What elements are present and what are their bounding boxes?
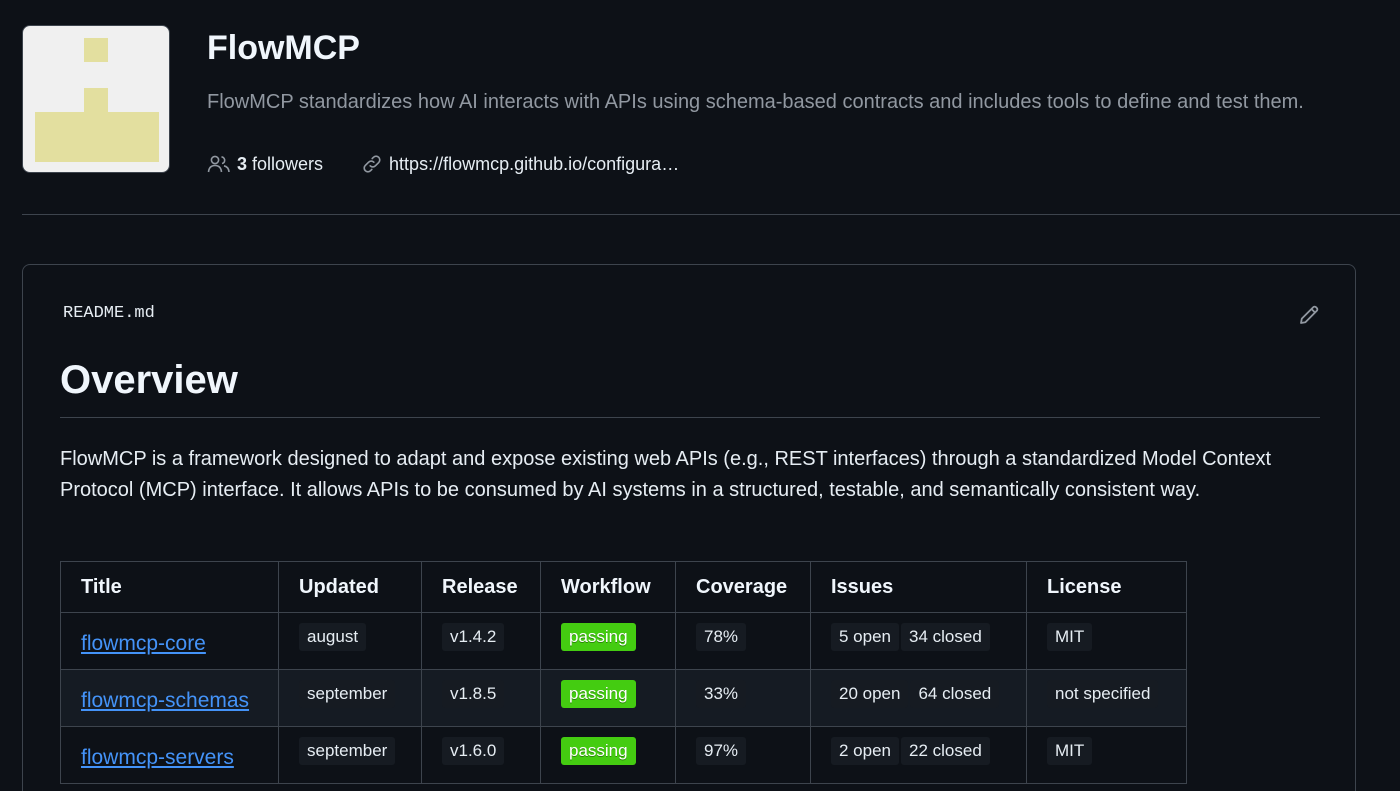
issues-open-badge[interactable]: 2 open [831,737,899,765]
updated-badge[interactable]: august [299,623,367,651]
header-updated: Updated [278,561,422,613]
followers-label: followers [252,154,324,174]
workflow-badge[interactable]: passing [561,737,636,765]
updated-badge[interactable]: september [299,680,396,708]
repo-link[interactable]: flowmcp-servers [81,746,234,769]
release-cell: v1.4.2 [421,612,541,670]
header-coverage: Coverage [675,561,811,613]
license-cell: MIT [1026,726,1187,784]
org-name: FlowMCP [207,29,360,67]
issues-open-badge[interactable]: 20 open [831,680,909,708]
license-cell: MIT [1026,612,1187,670]
coverage-cell: 33% [675,669,811,727]
issues-closed-badge[interactable]: 64 closed [910,680,1000,708]
release-badge[interactable]: v1.8.5 [442,680,505,708]
website-url: https://flowmcp.github.io/configura… [389,154,680,174]
link-icon [363,155,381,173]
header-title: Title [60,561,279,613]
readme-box: README.md Overview FlowMCP is a framewor… [22,264,1356,791]
workflow-badge[interactable]: passing [561,623,636,651]
org-avatar [22,25,170,173]
issues-closed-badge[interactable]: 22 closed [901,737,990,765]
coverage-badge[interactable]: 78% [696,623,747,651]
org-meta: 3 followers https://flowmcp.github.io/co… [207,152,679,176]
issues-open-badge[interactable]: 5 open [831,623,899,651]
updated-cell: september [278,669,422,727]
coverage-cell: 97% [675,726,811,784]
release-badge[interactable]: v1.6.0 [442,737,505,765]
coverage-badge[interactable]: 97% [696,737,747,765]
table-row: flowmcp-core august v1.4.2 passing 78% 5… [60,612,1187,670]
website-link[interactable]: https://flowmcp.github.io/configura… [361,152,679,176]
updated-cell: august [278,612,422,670]
updated-cell: september [278,726,422,784]
header-issues: Issues [810,561,1027,613]
workflow-cell: passing [540,612,676,670]
org-description: FlowMCP standardizes how AI interacts wi… [207,91,1304,113]
updated-badge[interactable]: september [299,737,396,765]
readme-filename: README.md [63,304,155,323]
table-row: flowmcp-schemas september v1.8.5 passing… [60,669,1187,727]
license-badge[interactable]: MIT [1047,737,1093,765]
coverage-cell: 78% [675,612,811,670]
coverage-badge[interactable]: 33% [696,680,747,708]
workflow-badge[interactable]: passing [561,680,636,708]
header-release: Release [421,561,541,613]
followers-count: 3 [237,154,248,174]
release-badge[interactable]: v1.4.2 [442,623,505,651]
repo-link[interactable]: flowmcp-core [81,632,206,655]
people-icon [207,155,230,173]
org-profile-page: FlowMCP FlowMCP standardizes how AI inte… [0,0,1400,791]
repo-title-cell: flowmcp-schemas [60,669,279,727]
release-cell: v1.6.0 [421,726,541,784]
header-divider [22,214,1400,215]
table-row: flowmcp-servers september v1.6.0 passing… [60,726,1187,784]
repo-link[interactable]: flowmcp-schemas [81,689,249,712]
issues-cell: 20 open 64 closed [810,669,1027,727]
workflow-cell: passing [540,726,676,784]
table-header-row: Title Updated Release Workflow Coverage … [60,561,1187,613]
issues-cell: 5 open 34 closed [810,612,1027,670]
pencil-icon[interactable] [1297,303,1321,332]
header-license: License [1026,561,1187,613]
repos-table: Title Updated Release Workflow Coverage … [60,561,1187,784]
license-cell: not specified [1026,669,1187,727]
issues-cell: 2 open 22 closed [810,726,1027,784]
heading-rule [60,417,1320,418]
readme-paragraph: FlowMCP is a framework designed to adapt… [60,448,1272,501]
license-badge[interactable]: not specified [1047,680,1159,708]
repo-title-cell: flowmcp-servers [60,726,279,784]
followers-link[interactable]: 3 followers [207,152,323,176]
release-cell: v1.8.5 [421,669,541,727]
repo-title-cell: flowmcp-core [60,612,279,670]
issues-closed-badge[interactable]: 34 closed [901,623,990,651]
header-workflow: Workflow [540,561,676,613]
license-badge[interactable]: MIT [1047,623,1093,651]
workflow-cell: passing [540,669,676,727]
readme-heading: Overview [60,358,238,402]
